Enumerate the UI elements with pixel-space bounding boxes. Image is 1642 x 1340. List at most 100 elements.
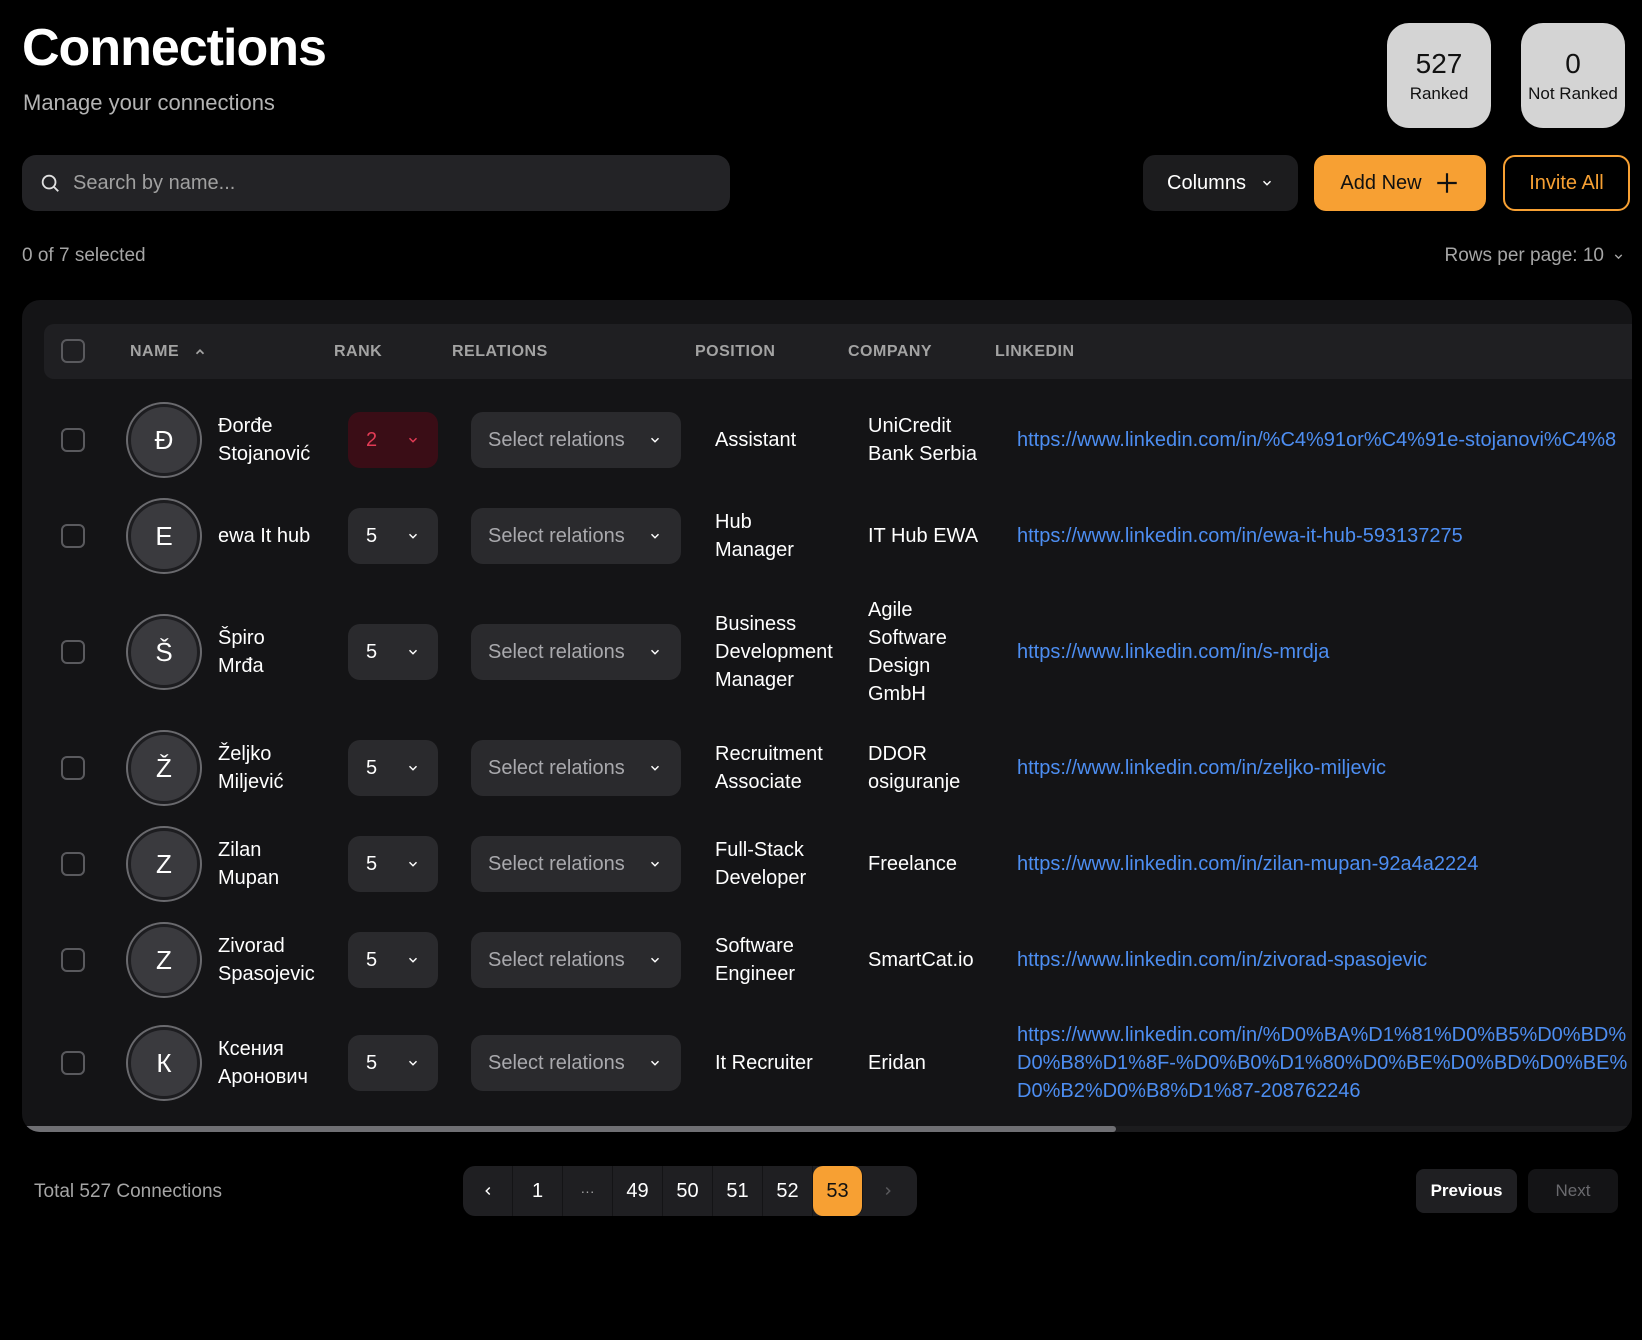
page-button-active[interactable]: 53 xyxy=(813,1166,863,1216)
table-row[interactable]: Đ Đorđe Stojanović 2 Select relations Ass… xyxy=(22,392,1632,488)
contact-name[interactable]: ewa It hub xyxy=(218,522,338,550)
prev-page-button[interactable] xyxy=(463,1166,513,1216)
page-button[interactable]: 1 xyxy=(513,1166,563,1216)
chevron-down-icon xyxy=(408,765,418,771)
scrollbar-thumb[interactable] xyxy=(22,1126,1116,1132)
chevron-down-icon xyxy=(408,649,418,655)
contact-name[interactable]: Željko Miljević xyxy=(218,740,338,796)
contact-name[interactable]: Špiro Mrđa xyxy=(218,624,338,680)
header-linkedin[interactable]: LINKEDIN xyxy=(995,324,1075,379)
chevron-down-icon xyxy=(650,437,660,443)
table-row[interactable]: E ewa It hub 5 Select relations Hub Mana… xyxy=(22,488,1632,584)
company-cell: DDOR osiguranje xyxy=(868,743,961,793)
rank-select[interactable]: 5 xyxy=(348,836,438,892)
invite-all-button[interactable]: Invite All xyxy=(1503,155,1630,211)
company-cell: SmartCat.io xyxy=(868,949,974,971)
linkedin-link[interactable]: https://www.linkedin.com/in/zilan-mupan-… xyxy=(1017,850,1478,878)
rank-select[interactable]: 5 xyxy=(348,508,438,564)
relations-select[interactable]: Select relations xyxy=(471,412,681,468)
select-all-checkbox[interactable] xyxy=(61,339,85,363)
page-button[interactable]: 52 xyxy=(763,1166,813,1216)
search-bar[interactable] xyxy=(22,155,730,211)
page-button[interactable]: 49 xyxy=(613,1166,663,1216)
contact-name[interactable]: Đorđe Stojanović xyxy=(218,412,338,468)
rank-select[interactable]: 2 xyxy=(348,412,438,468)
ranked-stat-card[interactable]: 527 Ranked xyxy=(1387,23,1491,128)
sort-asc-icon xyxy=(195,348,205,354)
next-button[interactable]: Next xyxy=(1528,1169,1618,1213)
table-row[interactable]: Š Špiro Mrđa 5 Select relations Business … xyxy=(22,584,1632,720)
avatar: E xyxy=(128,500,200,572)
row-checkbox[interactable] xyxy=(61,524,85,548)
relations-select[interactable]: Select relations xyxy=(471,836,681,892)
avatar: К xyxy=(128,1027,200,1099)
table-row[interactable]: К Ксения Аронович 5 Select relations It R… xyxy=(22,1008,1632,1118)
columns-button[interactable]: Columns xyxy=(1143,155,1298,211)
contact-name[interactable]: Zilan Mupan xyxy=(218,836,338,892)
contact-name[interactable]: Zivorad Spasojevic xyxy=(218,932,338,988)
horizontal-scrollbar[interactable] xyxy=(22,1126,1632,1132)
rank-select[interactable]: 5 xyxy=(348,1035,438,1091)
next-page-button[interactable] xyxy=(863,1166,913,1216)
relations-select[interactable]: Select relations xyxy=(471,1035,681,1091)
search-icon xyxy=(41,174,59,192)
avatar: Đ xyxy=(128,404,200,476)
relations-select[interactable]: Select relations xyxy=(471,932,681,988)
linkedin-link[interactable]: https://www.linkedin.com/in/%D0%BA%D1%81… xyxy=(1017,1021,1632,1105)
row-checkbox[interactable] xyxy=(61,640,85,664)
header-company[interactable]: COMPANY xyxy=(848,324,932,379)
relations-select[interactable]: Select relations xyxy=(471,508,681,564)
ranked-label: Ranked xyxy=(1409,83,1469,103)
add-new-button[interactable]: Add New xyxy=(1314,155,1486,211)
contact-name[interactable]: Ксения Аронович xyxy=(218,1035,338,1091)
page-button[interactable]: 51 xyxy=(713,1166,763,1216)
company-cell: IT Hub EWA xyxy=(868,525,979,547)
chevron-left-icon xyxy=(484,1186,490,1196)
rank-select[interactable]: 5 xyxy=(348,932,438,988)
rows-per-page-select[interactable]: Rows per page: 10 xyxy=(1445,245,1626,267)
chevron-down-icon xyxy=(408,533,418,539)
linkedin-link[interactable]: https://www.linkedin.com/in/ewa-it-hub-5… xyxy=(1017,522,1463,550)
relations-select[interactable]: Select relations xyxy=(471,740,681,796)
page-button[interactable]: 50 xyxy=(663,1166,713,1216)
search-input[interactable] xyxy=(71,170,695,196)
chevron-right-icon xyxy=(885,1186,891,1196)
row-checkbox[interactable] xyxy=(61,852,85,876)
chevron-down-icon xyxy=(408,1060,418,1066)
chevron-down-icon xyxy=(650,765,660,771)
header-relations[interactable]: RELATIONS xyxy=(452,324,548,379)
rank-select[interactable]: 5 xyxy=(348,624,438,680)
chevron-down-icon xyxy=(650,861,660,867)
page-title: Connections xyxy=(22,19,327,77)
linkedin-link[interactable]: https://www.linkedin.com/in/%C4%91or%C4%… xyxy=(1017,426,1616,454)
header-rank[interactable]: RANK xyxy=(334,324,382,379)
row-checkbox[interactable] xyxy=(61,756,85,780)
row-checkbox[interactable] xyxy=(61,948,85,972)
row-checkbox[interactable] xyxy=(61,428,85,452)
table-row[interactable]: Z Zivorad Spasojevic 5 Select relations S… xyxy=(22,912,1632,1008)
previous-button[interactable]: Previous xyxy=(1416,1169,1517,1213)
table-row[interactable]: Z Zilan Mupan 5 Select relations Full-Sta… xyxy=(22,816,1632,912)
linkedin-link[interactable]: https://www.linkedin.com/in/zeljko-milje… xyxy=(1017,754,1386,782)
chevron-down-icon xyxy=(1614,253,1623,259)
chevron-down-icon xyxy=(650,1060,660,1066)
linkedin-link[interactable]: https://www.linkedin.com/in/zivorad-spas… xyxy=(1017,946,1427,974)
company-cell: Agile Software Design GmbH xyxy=(868,599,947,705)
position-cell: Business Development Manager xyxy=(715,613,833,691)
chevron-down-icon xyxy=(408,861,418,867)
table-row[interactable]: Ž Željko Miljević 5 Select relations Recr… xyxy=(22,720,1632,816)
not-ranked-label: Not Ranked xyxy=(1528,83,1618,103)
avatar: Š xyxy=(128,616,200,688)
linkedin-link[interactable]: https://www.linkedin.com/in/s-mrdja xyxy=(1017,638,1329,666)
header-position[interactable]: POSITION xyxy=(695,324,775,379)
relations-select[interactable]: Select relations xyxy=(471,624,681,680)
rank-select[interactable]: 5 xyxy=(348,740,438,796)
rows-per-page-label: Rows per page: 10 xyxy=(1444,245,1605,266)
header-name[interactable]: NAME xyxy=(130,324,207,379)
not-ranked-stat-card[interactable]: 0 Not Ranked xyxy=(1521,23,1625,128)
selection-count: 0 of 7 selected xyxy=(22,245,146,266)
position-cell: Hub Manager xyxy=(715,511,794,561)
page-subtitle: Manage your connections xyxy=(23,90,275,115)
avatar: Z xyxy=(128,828,200,900)
row-checkbox[interactable] xyxy=(61,1051,85,1075)
